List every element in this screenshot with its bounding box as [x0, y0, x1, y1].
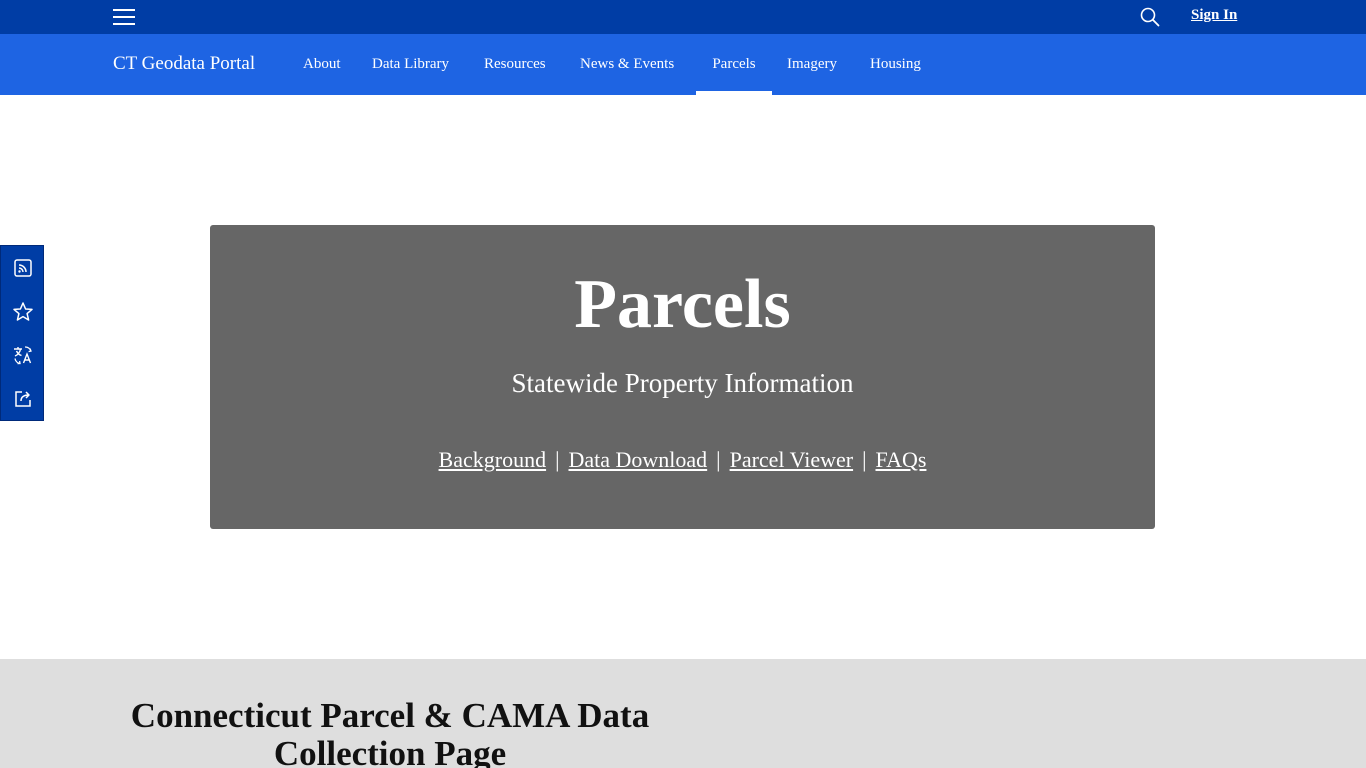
hamburger-line	[113, 16, 135, 18]
data-download-link[interactable]: Data Download	[568, 447, 707, 472]
parcel-viewer-link[interactable]: Parcel Viewer	[730, 447, 854, 472]
page-title: Parcels	[574, 266, 791, 343]
translate-icon[interactable]	[11, 343, 35, 367]
content-section: Connecticut Parcel & CAMA Data Collectio…	[0, 659, 1366, 768]
hamburger-line	[113, 9, 135, 11]
top-bar: Sign In	[0, 0, 1366, 34]
side-toolbar	[0, 245, 44, 421]
nav-item-data-library[interactable]: Data Library	[372, 34, 449, 95]
hero-banner: Parcels Statewide Property Information B…	[210, 225, 1155, 529]
sign-in-link[interactable]: Sign In	[1191, 7, 1237, 24]
star-icon[interactable]	[11, 300, 35, 324]
hamburger-menu-icon[interactable]	[113, 6, 135, 28]
site-title-link[interactable]: CT Geodata Portal	[113, 53, 255, 75]
nav-item-imagery[interactable]: Imagery	[787, 34, 837, 95]
hamburger-line	[113, 23, 135, 25]
link-separator: |	[862, 447, 867, 472]
background-link[interactable]: Background	[439, 447, 547, 472]
section-heading: Connecticut Parcel & CAMA Data Collectio…	[130, 696, 650, 768]
hero-subtitle: Statewide Property Information	[511, 368, 854, 398]
nav-item-about[interactable]: About	[303, 34, 341, 95]
nav-item-parcels[interactable]: Parcels	[696, 34, 772, 95]
link-separator: |	[716, 447, 721, 472]
main-nav: CT Geodata Portal About Data Library Res…	[0, 34, 1366, 95]
nav-item-resources[interactable]: Resources	[484, 34, 546, 95]
rss-icon[interactable]	[11, 256, 35, 280]
hero-links: Background | Data Download | Parcel Viewer | F…	[210, 447, 1155, 473]
nav-item-news-events[interactable]: News & Events	[580, 34, 674, 95]
nav-item-housing[interactable]: Housing	[870, 34, 921, 95]
share-icon[interactable]	[11, 387, 35, 411]
faqs-link[interactable]: FAQs	[875, 447, 926, 472]
link-separator: |	[555, 447, 560, 472]
search-icon[interactable]	[1140, 7, 1160, 27]
